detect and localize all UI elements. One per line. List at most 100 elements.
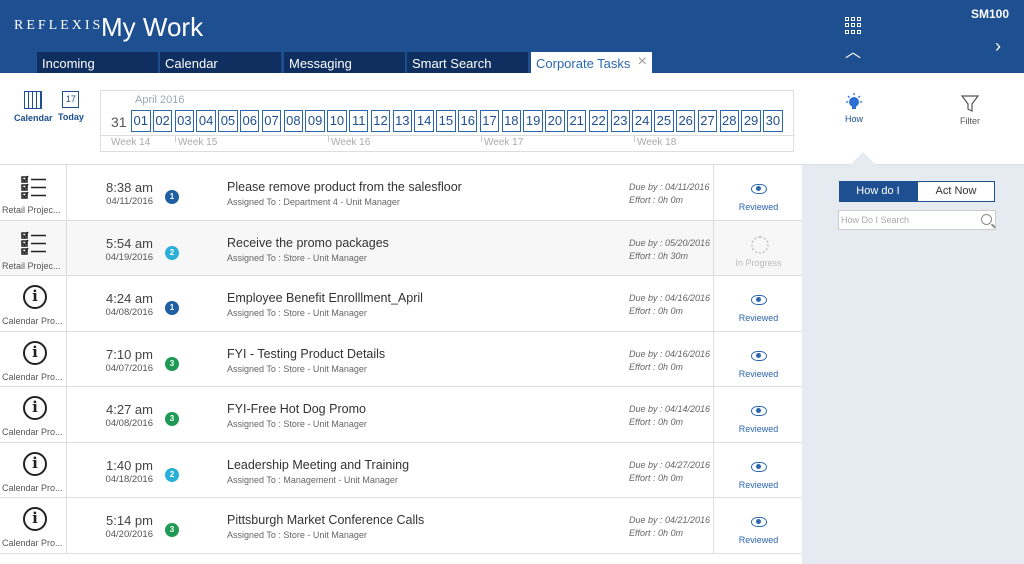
task-title[interactable]: Receive the promo packages bbox=[227, 236, 389, 250]
day-cell[interactable]: 13 bbox=[392, 110, 413, 132]
how-do-i-search-input[interactable]: How Do I Search bbox=[838, 210, 996, 230]
task-effort: Effort : 0h 30m bbox=[629, 250, 689, 261]
day-cell[interactable]: 20 bbox=[545, 110, 565, 132]
day-cell[interactable]: 24 bbox=[632, 110, 652, 132]
day-cell[interactable]: 27 bbox=[697, 110, 718, 132]
task-status-button[interactable]: Reviewed bbox=[713, 442, 802, 498]
week-label: Week 18 bbox=[637, 137, 677, 148]
day-list: 01 02 03 04 05 06 07 08 09 10 11 12 13 14 15 16 17 18 19 20… bbox=[131, 110, 785, 132]
task-title[interactable]: FYI-Free Hot Dog Promo bbox=[227, 402, 366, 416]
task-status-button[interactable]: Reviewed bbox=[713, 331, 802, 387]
checklist-icon bbox=[21, 231, 46, 255]
task-due-date: Due by : 04/16/2016 bbox=[629, 348, 711, 359]
tab-corporate-tasks[interactable]: Corporate Tasks × bbox=[531, 52, 652, 73]
task-time: 7:10 pm bbox=[106, 346, 153, 362]
day-cell[interactable]: 23 bbox=[610, 110, 631, 132]
brand-logo: REFLEXIS bbox=[14, 18, 104, 33]
task-status-button[interactable]: Reviewed bbox=[713, 498, 802, 553]
act-now-tab[interactable]: Act Now bbox=[917, 181, 995, 202]
task-status-button[interactable]: In Progress bbox=[713, 220, 802, 276]
day-cell[interactable]: 01 bbox=[131, 110, 151, 132]
checklist-icon bbox=[21, 175, 46, 199]
task-row[interactable]: i Calendar Pro... 5:14 pm 04/20/2016 3 P… bbox=[0, 498, 802, 554]
task-row[interactable]: Retail Projec... 5:54 am 04/19/2016 2 Re… bbox=[0, 220, 802, 276]
task-type-label: Calendar Pro... bbox=[2, 427, 63, 437]
day-cell[interactable]: 19 bbox=[523, 110, 543, 132]
task-assigned: Assigned To : Management - Unit Manager bbox=[227, 474, 398, 485]
task-row[interactable]: i Calendar Pro... 1:40 pm 04/18/2016 2 L… bbox=[0, 442, 802, 498]
day-cell[interactable]: 11 bbox=[348, 110, 369, 132]
day-cell[interactable]: 26 bbox=[675, 110, 696, 132]
day-cell[interactable]: 28 bbox=[719, 110, 740, 132]
day-cell[interactable]: 06 bbox=[239, 110, 260, 132]
day-cell[interactable]: 29 bbox=[741, 110, 761, 132]
user-code[interactable]: SM100 bbox=[971, 7, 1009, 21]
task-title[interactable]: Employee Benefit Enrolllment_April bbox=[227, 291, 423, 305]
day-cell[interactable]: 05 bbox=[218, 110, 238, 132]
task-row[interactable]: i Calendar Pro... 4:24 am 04/08/2016 1 E… bbox=[0, 276, 802, 332]
week-label: Week 17 bbox=[484, 137, 524, 148]
task-status-button[interactable]: Reviewed bbox=[713, 276, 802, 331]
task-date: 04/19/2016 bbox=[105, 251, 153, 263]
search-icon[interactable] bbox=[981, 214, 992, 225]
task-type-label: Calendar Pro... bbox=[2, 316, 63, 326]
task-assigned: Assigned To : Store - Unit Manager bbox=[227, 530, 367, 540]
task-status-button[interactable]: Reviewed bbox=[713, 387, 802, 442]
tab-messaging[interactable]: Messaging bbox=[284, 52, 405, 73]
week-label: Week 14 bbox=[111, 137, 151, 148]
task-type-cell: i Calendar Pro... bbox=[0, 498, 67, 553]
how-do-i-panel: How do I Act Now How Do I Search bbox=[802, 165, 1024, 564]
day-cell[interactable]: 18 bbox=[501, 110, 522, 132]
task-due-date: Due by : 04/16/2016 bbox=[629, 293, 711, 303]
info-icon: i bbox=[23, 340, 47, 365]
task-title[interactable]: Pittsburgh Market Conference Calls bbox=[227, 513, 424, 527]
day-cell[interactable]: 08 bbox=[283, 110, 304, 132]
eye-icon bbox=[751, 295, 767, 305]
priority-badge: 2 bbox=[165, 245, 179, 260]
app-header: REFLEXIS My Work ︿ SM100 › Incoming Cale… bbox=[0, 0, 1024, 73]
tab-smart-search[interactable]: Smart Search bbox=[407, 52, 528, 73]
today-button[interactable]: 17 Today bbox=[58, 91, 84, 122]
day-cell[interactable]: 07 bbox=[261, 110, 282, 132]
day-prev-month[interactable]: 31 bbox=[111, 114, 127, 130]
status-label: Reviewed bbox=[738, 479, 779, 490]
task-row[interactable]: Retail Projec... 8:38 am 04/11/2016 1 Pl… bbox=[0, 165, 802, 221]
task-title[interactable]: Leadership Meeting and Training bbox=[227, 458, 409, 472]
day-cell[interactable]: 03 bbox=[174, 110, 195, 132]
day-cell[interactable]: 15 bbox=[436, 110, 456, 132]
task-title[interactable]: Please remove product from the salesfloo… bbox=[227, 180, 462, 194]
how-do-i-tab[interactable]: How do I bbox=[839, 181, 917, 202]
eye-icon bbox=[751, 350, 767, 361]
task-time: 8:38 am bbox=[106, 180, 153, 195]
task-row[interactable]: i Calendar Pro... 4:27 am 04/08/2016 3 F… bbox=[0, 387, 802, 443]
week-labels: Week 14 Week 15 Week 16 Week 17 Week 18 bbox=[101, 135, 795, 149]
day-cell[interactable]: 22 bbox=[588, 110, 609, 132]
task-row[interactable]: i Calendar Pro... 7:10 pm 04/07/2016 3 F… bbox=[0, 331, 802, 387]
day-cell[interactable]: 25 bbox=[654, 110, 674, 132]
day-cell[interactable]: 12 bbox=[370, 110, 391, 132]
day-cell[interactable]: 10 bbox=[327, 110, 347, 132]
priority-badge: 3 bbox=[165, 523, 179, 537]
day-cell[interactable]: 02 bbox=[152, 110, 173, 132]
task-type-label: Calendar Pro... bbox=[2, 371, 63, 382]
day-cell[interactable]: 14 bbox=[414, 110, 434, 132]
day-cell[interactable]: 30 bbox=[763, 110, 783, 132]
tab-incoming[interactable]: Incoming bbox=[37, 52, 158, 73]
lightbulb-icon bbox=[846, 93, 862, 109]
tab-calendar[interactable]: Calendar bbox=[160, 52, 281, 73]
task-status-button[interactable]: Reviewed bbox=[713, 165, 802, 220]
close-icon[interactable]: × bbox=[638, 53, 647, 71]
calendar-button[interactable]: Calendar bbox=[14, 91, 53, 123]
filter-button[interactable]: Filter bbox=[960, 95, 980, 126]
day-cell[interactable]: 21 bbox=[566, 110, 587, 132]
day-cell[interactable]: 09 bbox=[305, 110, 325, 132]
task-title[interactable]: FYI - Testing Product Details bbox=[227, 347, 385, 361]
info-icon: i bbox=[23, 507, 47, 531]
day-cell[interactable]: 16 bbox=[457, 110, 478, 132]
task-type-label: Calendar Pro... bbox=[2, 482, 63, 493]
day-cell[interactable]: 04 bbox=[196, 110, 216, 132]
how-button[interactable]: How bbox=[845, 93, 863, 124]
app-grid-icon[interactable] bbox=[845, 17, 862, 34]
task-time: 4:27 am bbox=[106, 402, 153, 417]
day-cell[interactable]: 17 bbox=[479, 110, 500, 132]
